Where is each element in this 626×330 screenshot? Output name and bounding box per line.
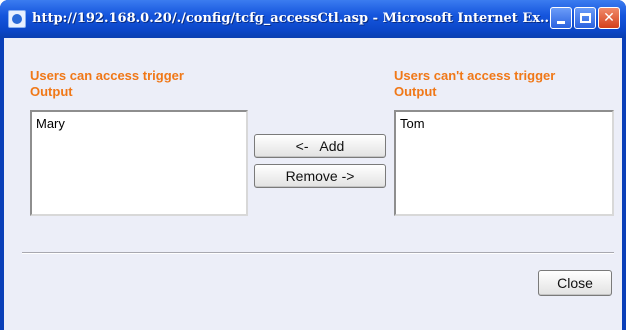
denied-users-label: Users can't access trigger Output [394,68,555,100]
minimize-button[interactable] [550,7,572,29]
denied-users-label-line2: Output [394,84,437,99]
window-title: http://192.168.0.20/./config/tcfg_access… [32,11,554,26]
minimize-icon [557,20,565,24]
close-button[interactable]: Close [538,270,612,296]
browser-popup-window: http://192.168.0.20/./config/tcfg_access… [0,0,626,330]
divider [22,252,614,254]
maximize-icon [579,13,591,23]
close-icon: ✕ [603,10,615,26]
ie-page-icon [8,10,26,28]
title-bar[interactable]: http://192.168.0.20/./config/tcfg_access… [0,0,626,38]
close-window-button[interactable]: ✕ [598,7,620,29]
maximize-button[interactable] [574,7,596,29]
list-item[interactable]: Tom [400,116,608,131]
add-button[interactable]: <- Add [254,134,386,158]
allowed-users-label: Users can access trigger Output [30,68,184,100]
allowed-users-label-line1: Users can access trigger [30,68,184,83]
allowed-users-listbox[interactable]: Mary [30,110,248,216]
denied-users-listbox[interactable]: Tom [394,110,614,216]
remove-button[interactable]: Remove -> [254,164,386,188]
allowed-users-label-line2: Output [30,84,73,99]
list-item[interactable]: Mary [36,116,242,131]
denied-users-label-line1: Users can't access trigger [394,68,556,83]
dialog-content: Users can access trigger Output Mary <- … [4,38,622,330]
